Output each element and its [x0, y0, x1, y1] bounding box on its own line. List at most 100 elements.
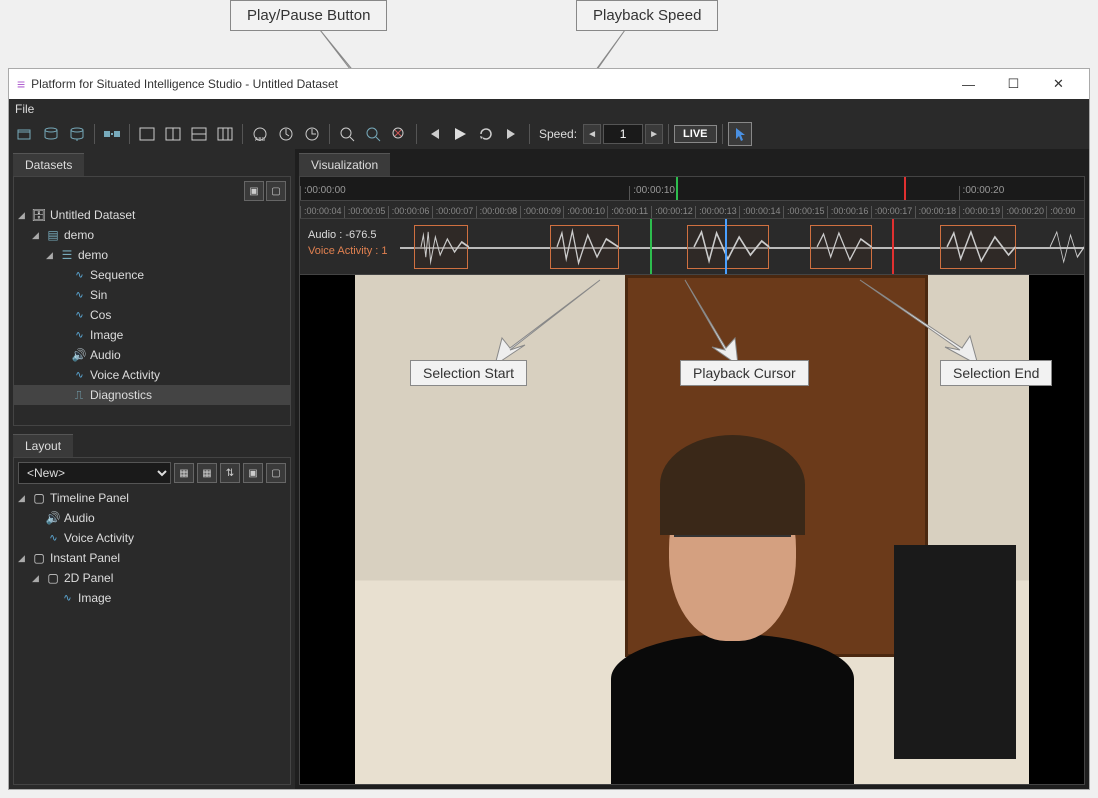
waveform-burst — [817, 227, 872, 267]
annotation-playback-cursor: Playback Cursor — [680, 360, 809, 386]
database-icon: 🗄 — [30, 208, 48, 222]
timing-session-icon[interactable] — [274, 122, 298, 146]
selection-start-marker[interactable] — [650, 219, 652, 274]
timeline-panel-viz[interactable]: Audio : -676.5 Voice Activity : 1 — [300, 219, 1084, 275]
timing-selection-icon[interactable] — [300, 122, 324, 146]
layout-2-icon[interactable] — [161, 122, 185, 146]
tree-image-viz[interactable]: ∿Image — [14, 588, 290, 608]
layout-4-icon[interactable] — [213, 122, 237, 146]
ruler-tick-label: :00:00:06 — [392, 206, 430, 216]
ruler-tick-label: :00:00:20 — [1006, 206, 1044, 216]
ruler-tick-label: :00:00:16 — [831, 206, 869, 216]
tree-2d-panel[interactable]: ◢▢2D Panel — [14, 568, 290, 588]
layout-btn-4[interactable]: ▣ — [243, 463, 263, 483]
selection-end-marker[interactable] — [892, 219, 894, 274]
insert-annotation-icon[interactable] — [100, 122, 124, 146]
tree-session[interactable]: ◢▤demo — [14, 225, 290, 245]
ruler-tick-label: :00:00:09 — [524, 206, 562, 216]
save-icon[interactable] — [65, 122, 89, 146]
panel-icon: ▢ — [44, 571, 62, 585]
audio-icon: 🔊 — [44, 511, 62, 525]
layout-btn-1[interactable]: ▦ — [174, 463, 194, 483]
panel-icon: ▢ — [30, 551, 48, 565]
tree-stream[interactable]: ∿Cos — [14, 305, 290, 325]
minimize-button[interactable]: — — [946, 70, 991, 98]
ruler-tick-label: :00:00:10 — [633, 185, 675, 196]
ruler-tick-label: :00:00:17 — [875, 206, 913, 216]
playback-cursor-marker[interactable] — [725, 219, 727, 274]
ruler-major[interactable]: :00:00:00 :00:00:10 :00:00:20 — [300, 177, 1084, 201]
go-to-start-icon[interactable] — [422, 122, 446, 146]
ruler-tick-label: :00:00:08 — [480, 206, 518, 216]
diagnostics-icon: ⎍ — [70, 388, 88, 403]
tree-partition[interactable]: ◢☰demo — [14, 245, 290, 265]
tree-audio-viz[interactable]: 🔊Audio — [14, 508, 290, 528]
layout-1-icon[interactable] — [135, 122, 159, 146]
menu-file[interactable]: File — [15, 102, 34, 116]
visualization-tab[interactable]: Visualization — [299, 153, 390, 176]
layout-3-icon[interactable] — [187, 122, 211, 146]
loop-icon[interactable] — [474, 122, 498, 146]
window-title: Platform for Situated Intelligence Studi… — [31, 77, 338, 91]
waveform-burst — [421, 227, 469, 267]
titlebar: ≡ Platform for Situated Intelligence Stu… — [9, 69, 1089, 99]
layout-tab[interactable]: Layout — [13, 434, 73, 457]
speed-increment-button[interactable]: ► — [645, 124, 663, 144]
waveform-burst — [694, 227, 769, 267]
open-dataset-icon[interactable] — [13, 122, 37, 146]
tree-stream[interactable]: ∿Sin — [14, 285, 290, 305]
layout-btn-5[interactable]: ▢ — [266, 463, 286, 483]
layout-btn-2[interactable]: ▦ — [197, 463, 217, 483]
datasets-tree: ◢🗄Untitled Dataset ◢▤demo ◢☰demo ∿Sequen… — [14, 205, 290, 405]
stream-icon: ∿ — [70, 270, 88, 281]
zoom-to-selection-icon[interactable] — [361, 122, 385, 146]
collapse-all-icon[interactable]: ▢ — [266, 181, 286, 201]
datasets-tab[interactable]: Datasets — [13, 153, 84, 176]
close-button[interactable]: ✕ — [1036, 70, 1081, 98]
tree-stream[interactable]: ∿Voice Activity — [14, 365, 290, 385]
tree-timeline-panel[interactable]: ◢▢Timeline Panel — [14, 488, 290, 508]
tree-stream[interactable]: 🔊Audio — [14, 345, 290, 365]
clear-selection-icon[interactable] — [387, 122, 411, 146]
annotation-selection-start: Selection Start — [410, 360, 527, 386]
tree-stream-diagnostics[interactable]: ⎍Diagnostics — [14, 385, 290, 405]
tree-stream[interactable]: ∿Image — [14, 325, 290, 345]
ruler-tick-label: :00:00:12 — [655, 206, 693, 216]
play-pause-button[interactable] — [448, 122, 472, 146]
ruler-tick-label: :00:00:14 — [743, 206, 781, 216]
ruler-tick-label: :00:00:10 — [567, 206, 605, 216]
waveform-burst — [557, 227, 619, 267]
tree-va-viz[interactable]: ∿Voice Activity — [14, 528, 290, 548]
zoom-to-session-icon[interactable] — [335, 122, 359, 146]
speed-input[interactable] — [603, 124, 643, 144]
open-store-icon[interactable] — [39, 122, 63, 146]
ruler-tick-label: :00:00:05 — [348, 206, 386, 216]
timing-abs-icon[interactable]: ABS — [248, 122, 272, 146]
layout-btn-3[interactable]: ⇅ — [220, 463, 240, 483]
svg-text:ABS: ABS — [255, 137, 266, 143]
tree-instant-panel[interactable]: ◢▢Instant Panel — [14, 548, 290, 568]
maximize-button[interactable]: ☐ — [991, 70, 1036, 98]
live-button[interactable]: LIVE — [674, 125, 716, 143]
cursor-mode-button[interactable] — [728, 122, 752, 146]
go-to-end-icon[interactable] — [500, 122, 524, 146]
stream-icon: ∿ — [70, 310, 88, 321]
waveform-burst — [1050, 227, 1084, 267]
app-window: ≡ Platform for Situated Intelligence Stu… — [8, 68, 1090, 790]
speed-label: Speed: — [539, 127, 577, 141]
ruler-tick-label: :00:00:04 — [304, 206, 342, 216]
tree-stream[interactable]: ∿Sequence — [14, 265, 290, 285]
ruler-tick-label: :00:00:15 — [787, 206, 825, 216]
ruler-tick-label: :00:00:11 — [611, 206, 648, 216]
ruler-tick-label: :00:00:07 — [436, 206, 474, 216]
stream-icon: ∿ — [70, 290, 88, 301]
tree-dataset[interactable]: ◢🗄Untitled Dataset — [14, 205, 290, 225]
ruler-minor[interactable]: :00:00:04 :00:00:05 :00:00:06 :00:00:07 :00:… — [300, 201, 1084, 219]
layout-select[interactable]: <New> — [18, 462, 171, 484]
ruler-tick-label: :00:00 — [1050, 206, 1075, 216]
session-icon: ▤ — [44, 228, 62, 242]
expand-all-icon[interactable]: ▣ — [244, 181, 264, 201]
callout-play-pause: Play/Pause Button — [230, 0, 387, 31]
speed-decrement-button[interactable]: ◄ — [583, 124, 601, 144]
ruler-tick-label: :00:00:20 — [963, 185, 1005, 196]
